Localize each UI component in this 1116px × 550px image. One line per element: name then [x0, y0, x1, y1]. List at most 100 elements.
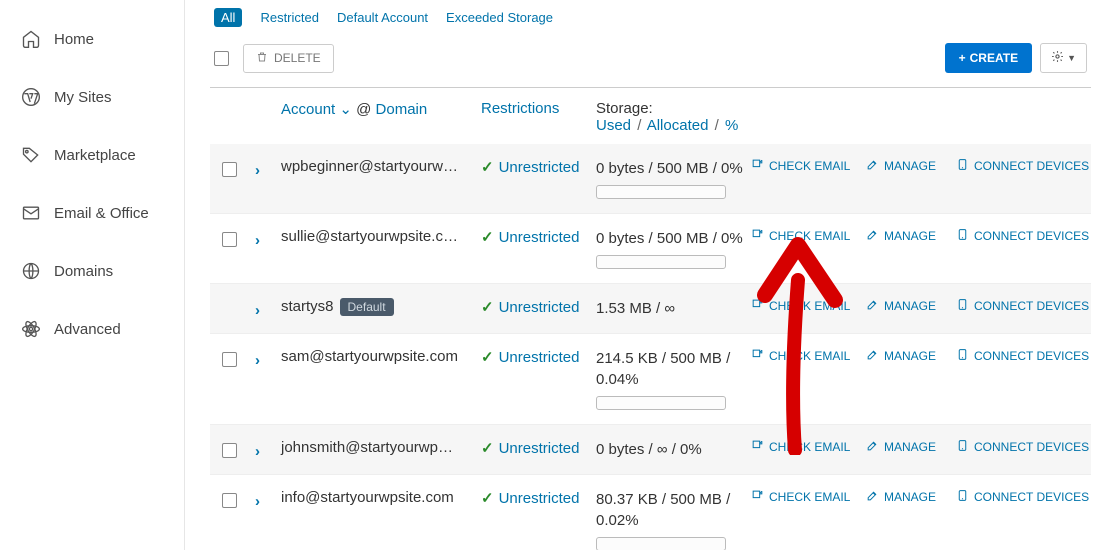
restriction-link[interactable]: Unrestricted [499, 159, 580, 176]
table-row: ›sam@startyourwpsite.com✓Unrestricted214… [210, 334, 1091, 425]
manage-button[interactable]: MANAGE [866, 298, 956, 314]
gear-icon [1051, 50, 1064, 66]
header-storage-label: Storage: [596, 100, 751, 117]
create-button[interactable]: + CREATE [945, 43, 1032, 73]
check-email-button-icon [751, 158, 764, 174]
delete-label: DELETE [274, 51, 321, 65]
connect-devices-button-label: CONNECT DEVICES [974, 349, 1089, 363]
connect-devices-button[interactable]: CONNECT DEVICES [956, 348, 1091, 364]
sidebar-item-mysites[interactable]: My Sites [0, 68, 184, 126]
check-icon: ✓ [481, 489, 494, 507]
row-checkbox[interactable] [222, 443, 237, 458]
restriction-link[interactable]: Unrestricted [499, 490, 580, 507]
connect-devices-button-icon [956, 298, 969, 314]
manage-button-icon [866, 298, 879, 314]
sort-used[interactable]: Used [596, 117, 631, 134]
connect-devices-button[interactable]: CONNECT DEVICES [956, 298, 1091, 314]
atom-icon [20, 318, 42, 340]
sort-caret-icon: ⌄ [339, 101, 356, 118]
storage-bar [596, 537, 726, 550]
table-header: Account ⌄ @ Domain Restrictions Storage:… [210, 88, 1091, 144]
wordpress-icon [20, 86, 42, 108]
connect-devices-button-label: CONNECT DEVICES [974, 490, 1089, 504]
default-badge: Default [340, 298, 394, 316]
manage-button[interactable]: MANAGE [866, 489, 956, 505]
connect-devices-button-icon [956, 348, 969, 364]
expand-row-icon[interactable]: › [255, 443, 260, 460]
manage-button-label: MANAGE [884, 349, 936, 363]
trash-icon [256, 51, 268, 66]
expand-row-icon[interactable]: › [255, 493, 260, 510]
sidebar-item-email[interactable]: Email & Office [0, 184, 184, 242]
expand-row-icon[interactable]: › [255, 232, 260, 249]
check-email-button-icon [751, 348, 764, 364]
table-row: ›johnsmith@startyourwp…✓Unrestricted0 by… [210, 425, 1091, 475]
storage-text: 80.37 KB / 500 MB / 0.02% [596, 489, 751, 531]
sidebar-item-advanced[interactable]: Advanced [0, 300, 184, 358]
connect-devices-button[interactable]: CONNECT DEVICES [956, 489, 1091, 505]
check-email-button[interactable]: CHECK EMAIL [751, 439, 866, 455]
connect-devices-button[interactable]: CONNECT DEVICES [956, 158, 1091, 174]
check-email-button-label: CHECK EMAIL [769, 159, 850, 173]
row-checkbox[interactable] [222, 232, 237, 247]
connect-devices-button-label: CONNECT DEVICES [974, 440, 1089, 454]
account-email: info@startyourwpsite.com [281, 489, 454, 506]
manage-button-icon [866, 158, 879, 174]
manage-button[interactable]: MANAGE [866, 348, 956, 364]
sidebar-item-label: Advanced [54, 321, 121, 338]
manage-button-icon [866, 228, 879, 244]
connect-devices-button-label: CONNECT DEVICES [974, 299, 1089, 313]
connect-devices-button[interactable]: CONNECT DEVICES [956, 228, 1091, 244]
filter-tab-restricted[interactable]: Restricted [260, 10, 319, 25]
check-email-button[interactable]: CHECK EMAIL [751, 298, 866, 314]
expand-row-icon[interactable]: › [255, 352, 260, 369]
connect-devices-button[interactable]: CONNECT DEVICES [956, 439, 1091, 455]
restriction-link[interactable]: Unrestricted [499, 349, 580, 366]
expand-row-icon[interactable]: › [255, 162, 260, 179]
row-checkbox[interactable] [222, 493, 237, 508]
account-email: wpbeginner@startyourw… [281, 158, 458, 175]
sidebar-item-marketplace[interactable]: Marketplace [0, 126, 184, 184]
manage-button[interactable]: MANAGE [866, 228, 956, 244]
row-checkbox[interactable] [222, 352, 237, 367]
sort-domain[interactable]: Domain [376, 101, 428, 118]
account-email: sullie@startyourwpsite.c… [281, 228, 458, 245]
sort-account[interactable]: Account [281, 101, 335, 118]
check-email-button-icon [751, 489, 764, 505]
restriction-link[interactable]: Unrestricted [499, 229, 580, 246]
restriction-link[interactable]: Unrestricted [499, 299, 580, 316]
table-row: ›wpbeginner@startyourw…✓Unrestricted0 by… [210, 144, 1091, 214]
delete-button[interactable]: DELETE [243, 44, 334, 73]
manage-button[interactable]: MANAGE [866, 439, 956, 455]
row-checkbox[interactable] [222, 162, 237, 177]
check-email-button[interactable]: CHECK EMAIL [751, 158, 866, 174]
sidebar-item-label: My Sites [54, 89, 112, 106]
settings-button[interactable]: ▼ [1040, 43, 1087, 73]
check-email-button-label: CHECK EMAIL [769, 440, 850, 454]
select-all-checkbox[interactable] [214, 51, 229, 66]
table-row: › info@startyourwpsite.com ✓ Unrestricted 80… [210, 475, 1091, 550]
filter-tab-exceeded[interactable]: Exceeded Storage [446, 10, 553, 25]
storage-bar [596, 255, 726, 269]
check-email-button[interactable]: CHECK EMAIL [751, 348, 866, 364]
sort-allocated[interactable]: Allocated [647, 117, 709, 134]
check-icon: ✓ [481, 348, 494, 366]
filter-tab-all[interactable]: All [214, 8, 242, 27]
account-email: johnsmith@startyourwp… [281, 439, 453, 456]
tag-icon [20, 144, 42, 166]
sidebar-item-domains[interactable]: Domains [0, 242, 184, 300]
sidebar-item-home[interactable]: Home [0, 10, 184, 68]
manage-button-label: MANAGE [884, 299, 936, 313]
filter-tab-default[interactable]: Default Account [337, 10, 428, 25]
toolbar: DELETE + CREATE ▼ [210, 35, 1091, 88]
sort-pct[interactable]: % [725, 117, 738, 134]
check-email-button[interactable]: CHECK EMAIL [751, 489, 866, 505]
connect-devices-button-icon [956, 228, 969, 244]
header-restrictions[interactable]: Restrictions [481, 100, 559, 117]
expand-row-icon[interactable]: › [255, 302, 260, 319]
check-email-button[interactable]: CHECK EMAIL [751, 228, 866, 244]
restriction-link[interactable]: Unrestricted [499, 440, 580, 457]
manage-button-icon [866, 489, 879, 505]
table-row: ›sullie@startyourwpsite.c…✓Unrestricted0… [210, 214, 1091, 284]
manage-button[interactable]: MANAGE [866, 158, 956, 174]
